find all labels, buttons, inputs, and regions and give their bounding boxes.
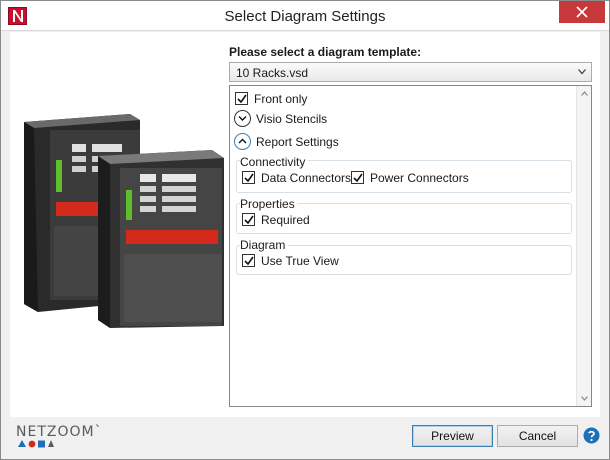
front-only-checkbox[interactable] <box>235 92 248 105</box>
check-icon <box>244 215 254 225</box>
template-label: Please select a diagram template: <box>229 45 422 59</box>
scroll-down-arrow-icon[interactable] <box>581 396 588 401</box>
check-icon <box>244 256 254 266</box>
chevron-down-icon <box>578 69 586 75</box>
chevron-up-icon <box>238 138 247 144</box>
window-title: Select Diagram Settings <box>224 8 386 25</box>
title-bar[interactable]: Select Diagram Settings <box>1 1 609 31</box>
visio-stencils-expander[interactable] <box>234 110 251 127</box>
template-selected-value: 10 Racks.vsd <box>236 66 309 80</box>
power-connectors-checkbox[interactable] <box>351 171 364 184</box>
logo-shapes-icon <box>18 440 54 448</box>
report-settings-label: Report Settings <box>256 135 339 149</box>
close-button[interactable] <box>559 1 605 23</box>
template-dropdown[interactable]: 10 Racks.vsd <box>229 62 592 82</box>
report-settings-expander[interactable] <box>234 133 251 150</box>
required-checkbox[interactable] <box>242 213 255 226</box>
connectivity-group-title: Connectivity <box>240 155 309 169</box>
cancel-button[interactable]: Cancel <box>497 425 578 447</box>
logo-text: NETZOOM` <box>16 424 103 440</box>
check-icon <box>353 173 363 183</box>
use-true-view-label: Use True View <box>261 254 339 268</box>
options-panel: Front only Visio Stencils Report Setting… <box>229 85 592 407</box>
data-connectors-checkbox[interactable] <box>242 171 255 184</box>
preview-button[interactable]: Preview <box>412 425 493 447</box>
use-true-view-checkbox[interactable] <box>242 254 255 267</box>
diagram-group-title: Diagram <box>240 238 289 252</box>
visio-stencils-label: Visio Stencils <box>256 112 328 126</box>
scroll-up-arrow-icon[interactable] <box>581 91 588 96</box>
power-connectors-label: Power Connectors <box>370 171 469 185</box>
vertical-scrollbar[interactable] <box>576 86 591 406</box>
required-label: Required <box>261 213 310 227</box>
server-racks-illustration <box>24 114 224 328</box>
help-icon[interactable] <box>583 427 600 444</box>
properties-group-title: Properties <box>240 197 298 211</box>
check-icon <box>244 173 254 183</box>
close-icon <box>576 6 588 18</box>
check-icon <box>237 94 247 104</box>
chevron-down-icon <box>238 116 247 121</box>
front-only-label: Front only <box>254 92 308 106</box>
dialog-window: Select Diagram Settings Please select a … <box>0 0 610 460</box>
data-connectors-label: Data Connectors <box>261 171 352 185</box>
